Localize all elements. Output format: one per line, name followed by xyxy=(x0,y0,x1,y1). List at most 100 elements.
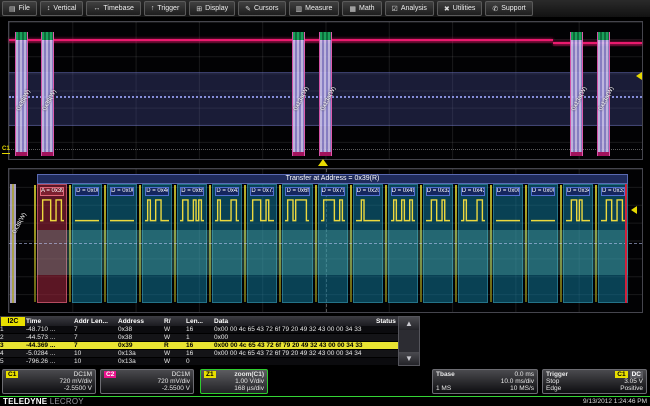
col-header-Len...: Len... xyxy=(186,318,214,325)
decode-data-cell: D = 0x00 xyxy=(72,184,102,303)
sda-waveform xyxy=(566,198,590,222)
c1-ground-marker[interactable]: C1 xyxy=(2,146,10,154)
utilities-icon: ✖ xyxy=(444,5,450,13)
decode-data-cell: D = 0x20 xyxy=(353,184,383,303)
sda-waveform xyxy=(321,198,345,222)
z1-timebase: 168 µs/div xyxy=(234,385,264,392)
cell-num: 5 xyxy=(0,358,26,365)
previous-burst-tail xyxy=(10,184,16,303)
cell-addr_len: 10 xyxy=(74,350,118,357)
menu-display[interactable]: ⊞Display xyxy=(189,1,235,16)
support-icon: ✆ xyxy=(492,5,498,13)
tbase-delay: 0.0 ms xyxy=(514,371,534,378)
cell-rw: W xyxy=(164,358,186,365)
timebase-descriptor-box[interactable]: Tbase0.0 ms 10.0 ms/div 1 MS10 MS/s xyxy=(432,369,538,394)
trigger-icon: ↑ xyxy=(151,5,155,12)
trigger-level-marker-icon[interactable] xyxy=(636,72,642,80)
table-body: 1-48.710 ...70x38W160x00 00 4c 65 43 72 … xyxy=(0,326,398,366)
sda-waveform xyxy=(40,198,64,222)
sda-waveform xyxy=(531,198,555,222)
vertical-icon: ↕ xyxy=(47,5,51,12)
decode-data-cell: D = 0x72 xyxy=(247,184,277,303)
decode-data-cell: D = 0x6f xyxy=(282,184,312,303)
decode-data-cell: D = 0x43 xyxy=(212,184,242,303)
z1-label: Z1 xyxy=(204,371,216,378)
decode-data-cell: D = 0x65 xyxy=(177,184,207,303)
trigger-type: Edge xyxy=(546,385,561,392)
cursors-icon: ✎ xyxy=(245,5,251,13)
byte-value-label: A = 0x39 xyxy=(40,187,64,196)
trigger-descriptor-box[interactable]: Trigger C1DC Stop3.05 V EdgePositive xyxy=(542,369,647,394)
table-row[interactable]: 4-5.0284 ...100x13aW160x00 00 4c 65 43 7… xyxy=(0,350,398,358)
zoom-level-marker-icon xyxy=(631,206,637,214)
table-row[interactable]: 3-44.369 ...70x39R160x00 00 4c 65 43 72 … xyxy=(0,342,398,350)
c2-coupling: DC1M xyxy=(172,371,190,378)
cell-len: 0 xyxy=(186,358,214,365)
decode-data-cell: D = 0x00 xyxy=(493,184,523,303)
decode-data-cell: D = 0x32 xyxy=(423,184,453,303)
table-scrollbar[interactable]: ▲ ▼ xyxy=(398,316,420,366)
scroll-up-button[interactable]: ▲ xyxy=(399,317,419,330)
menu-file[interactable]: ▤File xyxy=(2,1,37,16)
menu-measure[interactable]: ▥Measure xyxy=(289,1,340,16)
sda-waveform xyxy=(250,198,274,222)
c2-offset: -2.5500 V xyxy=(162,385,190,392)
cell-addr_len: 10 xyxy=(74,358,118,365)
cell-num: 2 xyxy=(0,334,26,341)
byte-value-label: D = 0x43 xyxy=(215,187,239,196)
menu-timebase[interactable]: ↔Timebase xyxy=(86,1,140,16)
trigger-slope: Positive xyxy=(620,385,643,392)
decode-data-cell: D = 0x00 xyxy=(528,184,558,303)
scroll-down-button[interactable]: ▼ xyxy=(399,352,419,365)
decode-data-cell: D = 0x34 xyxy=(563,184,593,303)
menu-support[interactable]: ✆Support xyxy=(485,1,532,16)
sda-waveform xyxy=(145,198,169,222)
c1-vscale: 720 mV/div xyxy=(59,378,92,385)
cell-time: -48.710 ... xyxy=(26,326,74,333)
cell-time: -5.0284 ... xyxy=(26,350,74,357)
trigger-mode: Stop xyxy=(546,378,559,385)
menu-trigger[interactable]: ↑Trigger xyxy=(144,1,186,16)
cell-addr_len: 7 xyxy=(74,326,118,333)
z1-descriptor-box[interactable]: Z1zoom(C1) 1.00 V/div 168 µs/div xyxy=(200,369,268,394)
table-row[interactable]: 1-48.710 ...70x38W160x00 00 4c 65 43 72 … xyxy=(0,326,398,334)
c2-descriptor-box[interactable]: C2DC1M 720 mV/div -2.5500 V xyxy=(100,369,194,394)
menu-vertical[interactable]: ↕Vertical xyxy=(40,1,83,16)
decode-data-cell: D = 0x4c xyxy=(142,184,172,303)
cell-len: 1 xyxy=(186,334,214,341)
menu-utilities[interactable]: ✖Utilities xyxy=(437,1,482,16)
i2c-burst: 0x38(W) xyxy=(41,32,54,156)
menu-analysis[interactable]: ☑Analysis xyxy=(385,1,434,16)
menu-math[interactable]: ▦Math xyxy=(342,1,381,16)
cell-rw: W xyxy=(164,334,186,341)
table-row[interactable]: 5-796.26 ...100x13aW0 xyxy=(0,358,398,366)
cell-address: 0x39 xyxy=(118,342,164,349)
byte-value-label: D = 0x34 xyxy=(566,187,590,196)
col-header-Addr Len...: Addr Len... xyxy=(74,318,118,325)
cell-num: 4 xyxy=(0,350,26,357)
cell-len: 16 xyxy=(186,350,214,357)
col-header-Status: Status xyxy=(376,318,398,325)
byte-value-label: D = 0x6f xyxy=(285,187,309,196)
c1-offset: -2.5500 V xyxy=(64,385,92,392)
cell-num: 1 xyxy=(0,326,26,333)
cell-num: 3 xyxy=(0,342,26,349)
menu-cursors[interactable]: ✎Cursors xyxy=(238,1,285,16)
file-icon: ▤ xyxy=(9,5,16,13)
byte-value-label: D = 0x72 xyxy=(250,187,274,196)
table-row[interactable]: 2-44.573 ...70x38W10x00 xyxy=(0,334,398,342)
trigger-level: 3.05 V xyxy=(624,378,643,385)
c2-trace xyxy=(9,39,553,41)
decode-data-cell: D = 0x00 xyxy=(107,184,137,303)
c1-descriptor-box[interactable]: C1DC1M 720 mV/div -2.5500 V xyxy=(2,369,96,394)
zoom-waveform-grid: 0x38(W) Transfer at Address = 0x39(R) A … xyxy=(8,168,643,313)
i2c-burst: 0x13a(W) xyxy=(292,32,305,156)
i2c-tab[interactable]: I2C xyxy=(1,317,25,326)
sda-waveform xyxy=(110,198,134,222)
col-header-Address: Address xyxy=(118,318,164,325)
stop-condition-line xyxy=(625,184,627,303)
cell-address: 0x13a xyxy=(118,358,164,365)
trigger-time-marker-icon[interactable] xyxy=(318,159,328,166)
col-header-Time: Time xyxy=(26,318,74,325)
trigger-label: Trigger xyxy=(546,371,568,378)
